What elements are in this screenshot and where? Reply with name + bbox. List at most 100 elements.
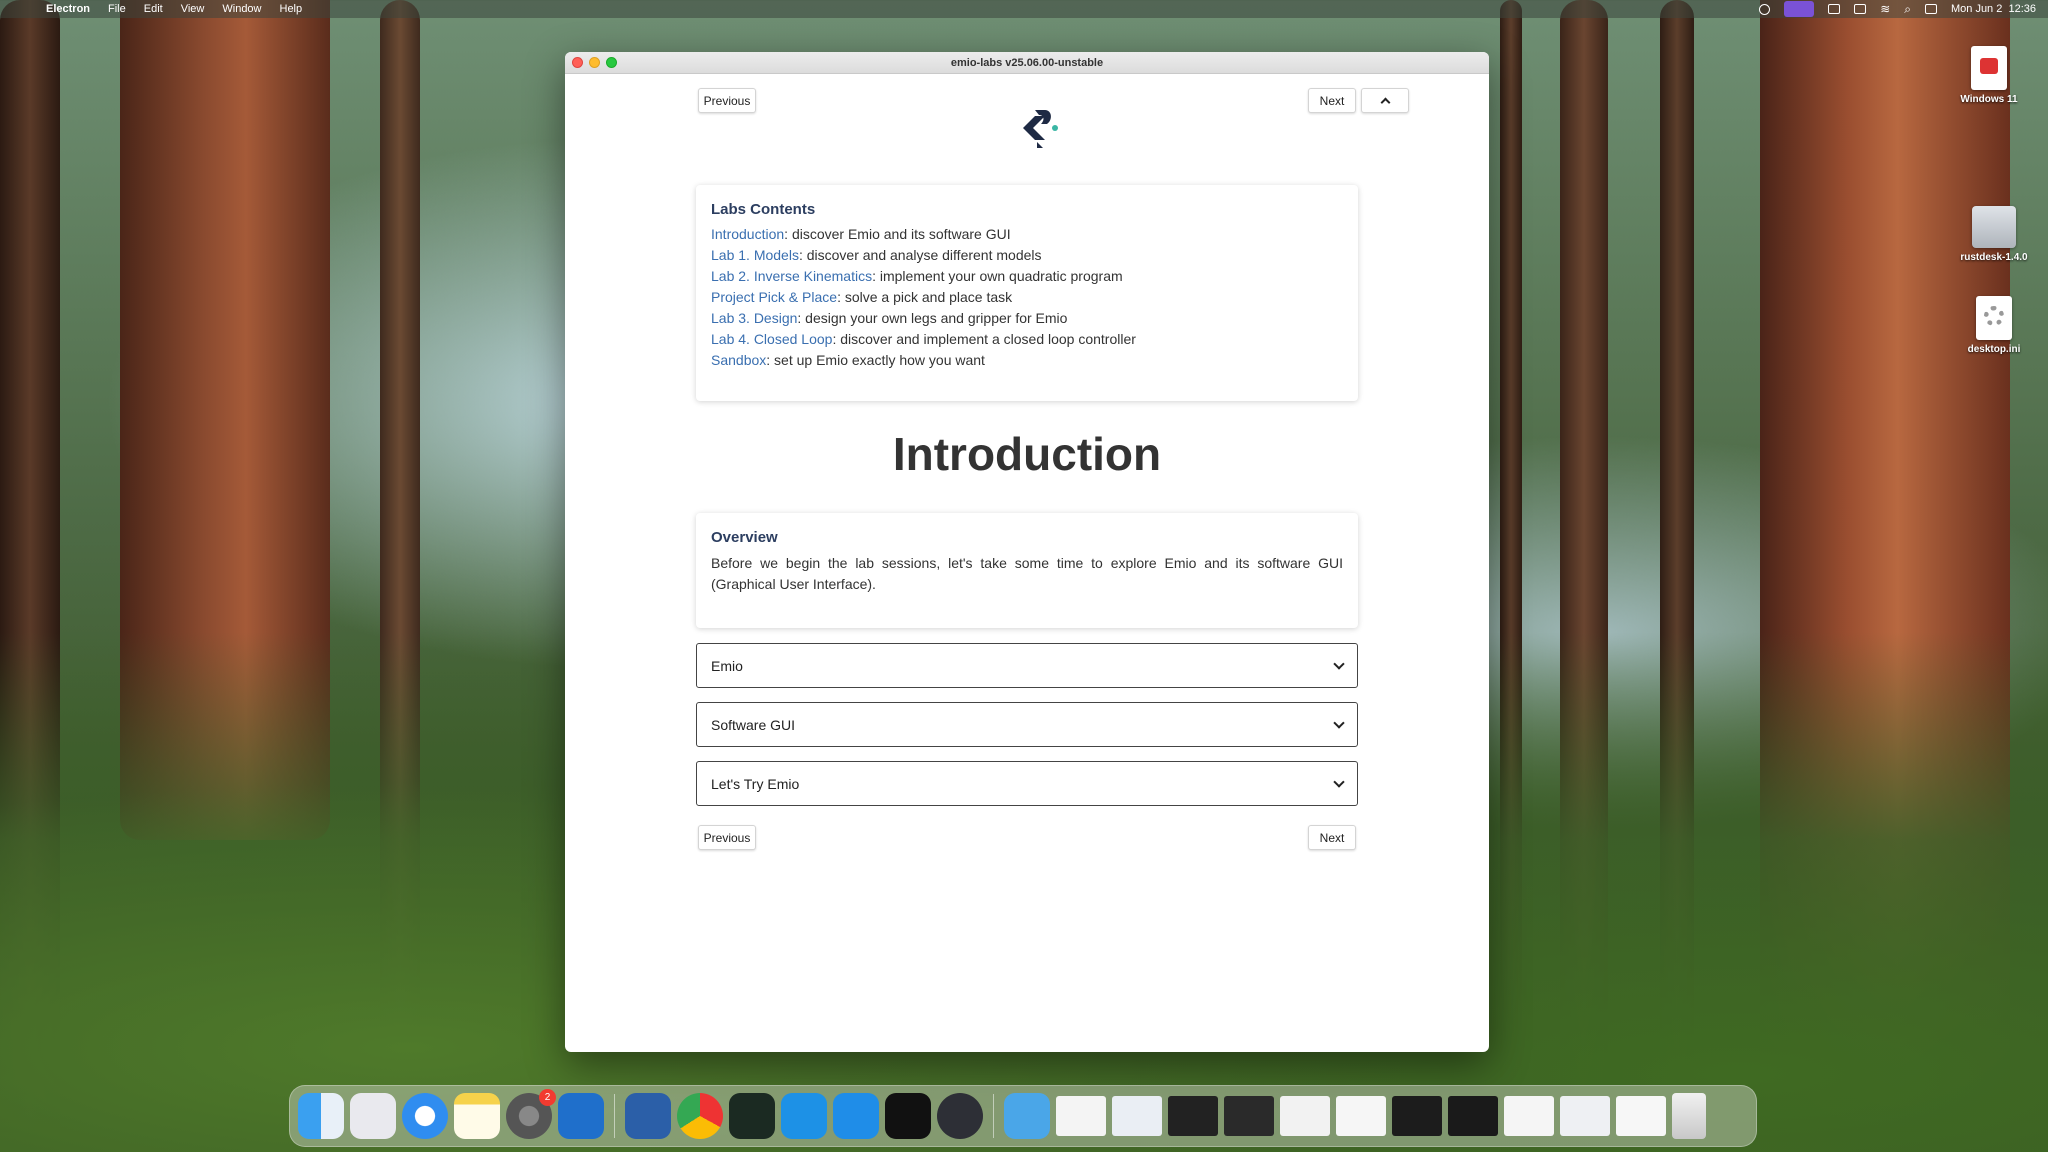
toc-link[interactable]: Lab 4. Closed Loop — [711, 331, 832, 347]
trash-icon[interactable] — [1672, 1093, 1706, 1139]
desktop-icon-label: desktop.ini — [1967, 344, 2021, 355]
section-label: Let's Try Emio — [711, 775, 800, 792]
toc-link[interactable]: Lab 1. Models — [711, 247, 799, 263]
overview-heading: Overview — [711, 529, 778, 546]
section-software-gui-dropdown[interactable]: Software GUI — [696, 702, 1358, 747]
teamviewer-icon[interactable] — [833, 1093, 879, 1139]
window-thumbnail[interactable] — [1112, 1096, 1162, 1136]
window-title: emio-labs v25.06.00-unstable — [950, 57, 1104, 69]
desktop-icon-windows11[interactable]: Windows 11 — [1949, 46, 2029, 105]
chevron-up-icon — [1380, 97, 1390, 108]
activity-monitor-icon[interactable] — [729, 1093, 775, 1139]
window-thumbnail[interactable] — [1504, 1096, 1554, 1136]
section-lets-try-emio-dropdown[interactable]: Let's Try Emio — [696, 761, 1358, 806]
menu-edit[interactable]: Edit — [144, 3, 163, 15]
chevron-down-icon — [1333, 657, 1345, 670]
toc-item-lab1: Lab 1. Models: discover and analyse diff… — [711, 245, 1343, 266]
menu-view[interactable]: View — [181, 3, 205, 15]
window-titlebar[interactable]: emio-labs v25.06.00-unstable — [565, 52, 1489, 74]
cloud-icon[interactable] — [1828, 4, 1841, 14]
desktop-icon-rustdesk[interactable]: rustdesk-1.4.0 — [1954, 206, 2034, 263]
clock[interactable]: Mon Jun 2 12:36 — [1951, 3, 2036, 15]
traffic-lights — [572, 57, 617, 68]
toc-description: : implement your own quadratic program — [872, 268, 1123, 284]
settings-file-icon — [1976, 296, 2012, 340]
toc-description: : solve a pick and place task — [837, 289, 1013, 305]
section-emio-dropdown[interactable]: Emio — [696, 643, 1358, 688]
window-thumbnail[interactable] — [1224, 1096, 1274, 1136]
collapse-button[interactable] — [1361, 88, 1409, 113]
finder-icon[interactable] — [298, 1093, 344, 1139]
emio-logo-icon — [1023, 110, 1058, 148]
toc-description: : discover and analyse different models — [798, 247, 1042, 263]
desktop-icon-label: rustdesk-1.4.0 — [1960, 252, 2028, 263]
next-button-bottom[interactable]: Next — [1308, 825, 1356, 850]
window-thumbnail[interactable] — [1616, 1096, 1666, 1136]
docker-icon[interactable] — [781, 1093, 827, 1139]
notes-icon[interactable] — [454, 1093, 500, 1139]
menu-window[interactable]: Window — [222, 3, 261, 15]
previous-button-top[interactable]: Previous — [698, 88, 756, 113]
notification-badge: 2 — [539, 1089, 556, 1106]
previous-button-bottom[interactable]: Previous — [698, 825, 756, 850]
wifi-icon[interactable]: ≋ — [1880, 2, 1890, 16]
toc-link[interactable]: Introduction — [711, 226, 784, 242]
document-icon — [1971, 46, 2007, 90]
search-icon[interactable]: ⌕ — [1904, 2, 1911, 17]
app-window: emio-labs v25.06.00-unstable Previous Ne… — [565, 52, 1489, 1052]
labs-contents-card: Labs Contents Introduction: discover Emi… — [696, 185, 1358, 401]
safari-icon[interactable] — [402, 1093, 448, 1139]
status-area: ≋ ⌕ Mon Jun 2 12:36 — [1759, 0, 2036, 18]
window-thumbnail[interactable] — [1336, 1096, 1386, 1136]
parallels-icon[interactable] — [625, 1093, 671, 1139]
toc-item-lab3: Lab 3. Design: design your own legs and … — [711, 308, 1343, 329]
toc-description: : design your own legs and gripper for E… — [797, 310, 1068, 326]
overview-card: Overview Before we begin the lab session… — [696, 513, 1358, 628]
terminal-icon[interactable] — [885, 1093, 931, 1139]
menu-help[interactable]: Help — [280, 3, 303, 15]
dock-separator — [614, 1094, 615, 1138]
window-thumbnail[interactable] — [1056, 1096, 1106, 1136]
menu-file[interactable]: File — [108, 3, 126, 15]
chrome-icon[interactable] — [677, 1093, 723, 1139]
close-window-button[interactable] — [572, 57, 583, 68]
menu-app-name[interactable]: Electron — [46, 3, 90, 15]
toc-description: : discover Emio and its software GUI — [784, 226, 1011, 242]
toc-item-sandbox: Sandbox: set up Emio exactly how you wan… — [711, 350, 1343, 371]
dock: 2 — [289, 1085, 1757, 1147]
window-thumbnail[interactable] — [1448, 1096, 1498, 1136]
next-button-top[interactable]: Next — [1308, 88, 1356, 113]
window-thumbnail[interactable] — [1560, 1096, 1610, 1136]
brightness-icon[interactable] — [1759, 3, 1771, 15]
chevron-down-icon — [1333, 716, 1345, 729]
toc-link[interactable]: Project Pick & Place — [711, 289, 837, 305]
toc-link[interactable]: Lab 2. Inverse Kinematics — [711, 268, 872, 284]
labs-contents-heading: Labs Contents — [711, 201, 816, 218]
desktop-icon-label: Windows 11 — [1960, 94, 2018, 105]
desktop-icon-desktop-ini[interactable]: desktop.ini — [1954, 296, 2034, 355]
toc-description: : set up Emio exactly how you want — [766, 352, 985, 368]
keyboard-icon[interactable] — [1854, 4, 1867, 14]
toc-link[interactable]: Sandbox — [711, 352, 766, 368]
section-label: Emio — [711, 657, 743, 674]
toc-link[interactable]: Lab 3. Design — [711, 310, 797, 326]
window-thumbnail[interactable] — [1280, 1096, 1330, 1136]
window-thumbnail[interactable] — [1168, 1096, 1218, 1136]
zoom-window-button[interactable] — [606, 57, 617, 68]
downloads-folder-icon[interactable] — [1004, 1093, 1050, 1139]
electron-icon[interactable] — [937, 1093, 983, 1139]
minimize-window-button[interactable] — [589, 57, 600, 68]
page-title: Introduction — [892, 428, 1162, 480]
control-center-icon[interactable] — [1924, 4, 1937, 14]
screen-mirroring-icon[interactable] — [1784, 1, 1815, 17]
disk-image-icon — [1972, 206, 2016, 248]
overview-text: Before we begin the lab sessions, let's … — [711, 555, 1343, 592]
launchpad-icon[interactable] — [350, 1093, 396, 1139]
chevron-down-icon — [1333, 775, 1345, 788]
system-settings-icon[interactable]: 2 — [506, 1089, 556, 1139]
toc-description: : discover and implement a closed loop c… — [832, 331, 1136, 347]
toc-item-pick-place: Project Pick & Place: solve a pick and p… — [711, 287, 1343, 308]
dock-separator — [993, 1094, 994, 1138]
window-thumbnail[interactable] — [1392, 1096, 1442, 1136]
vscode-icon[interactable] — [558, 1093, 604, 1139]
